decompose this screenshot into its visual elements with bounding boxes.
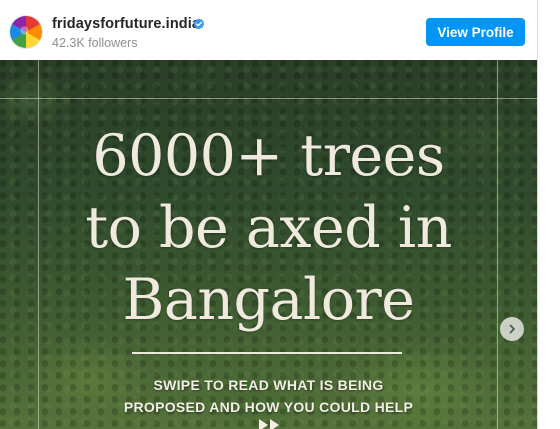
post-header: fridaysforfuture.india 42.3K followers V…	[0, 0, 537, 60]
headline: 6000+ trees to be axed in Bangalore	[0, 120, 537, 336]
next-slide-button[interactable]	[500, 317, 524, 341]
avatar[interactable]	[10, 16, 42, 48]
cta-line-2: PROPOSED AND HOW YOU COULD HELP	[123, 399, 414, 415]
chevron-right-icon	[509, 324, 515, 334]
username[interactable]: fridaysforfuture.india	[52, 16, 200, 32]
verified-badge-icon	[193, 18, 205, 30]
headline-line-1: 6000+ trees	[92, 123, 445, 189]
frame-guide-top	[0, 98, 537, 99]
cta-line-1: SWIPE TO READ WHAT IS BEING	[153, 377, 384, 393]
post-image[interactable]: 6000+ trees to be axed in Bangalore SWIP…	[0, 60, 537, 429]
call-to-action: SWIPE TO READ WHAT IS BEING PROPOSED AND…	[0, 374, 537, 418]
double-chevron-right-icon	[259, 419, 279, 429]
follower-count: 42.3K followers	[52, 36, 138, 50]
view-profile-button[interactable]: View Profile	[426, 18, 525, 46]
instagram-embed: fridaysforfuture.india 42.3K followers V…	[0, 0, 538, 429]
headline-line-3: Bangalore	[122, 267, 415, 333]
divider-rule	[132, 352, 402, 354]
avatar-highlight	[18, 24, 34, 40]
headline-line-2: to be axed in	[85, 195, 452, 261]
